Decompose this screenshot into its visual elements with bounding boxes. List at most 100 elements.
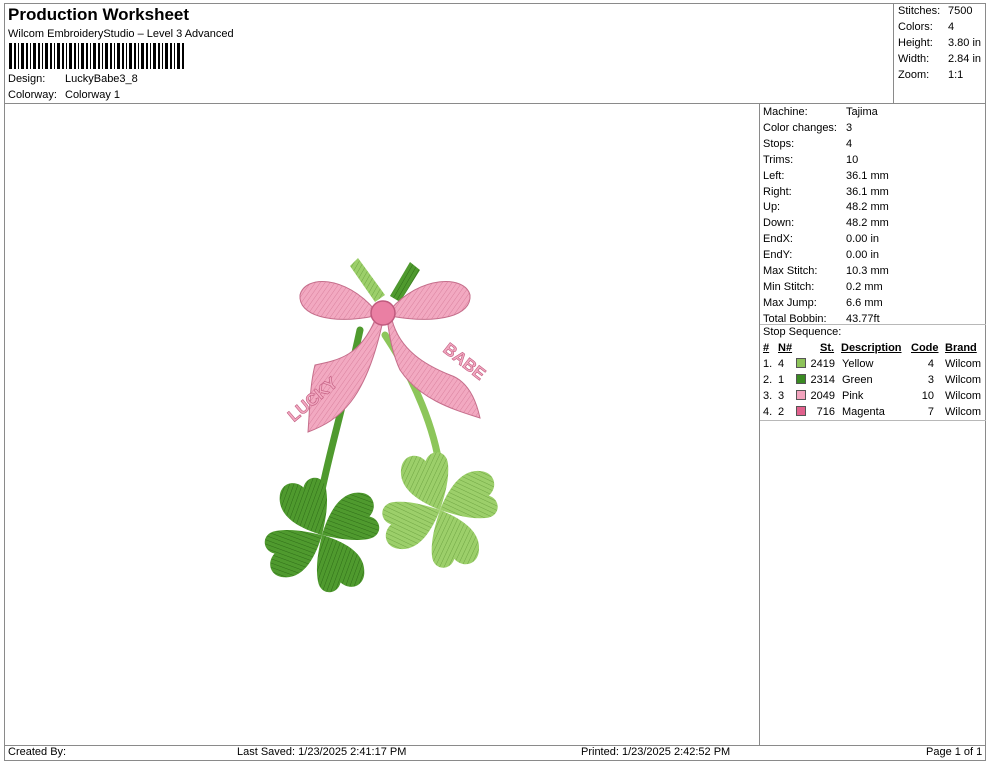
info-value: 6.6 mm [846,296,883,309]
row-stitches: 716 [816,406,835,418]
barcode-bar [33,43,36,69]
col-header-description: Description [841,342,902,354]
info-value: 48.2 mm [846,217,889,230]
info-row: Stops: 4 [763,138,983,150]
color-swatch [796,390,806,400]
info-value: 10 [846,153,859,166]
barcode-bar [45,43,48,69]
color-swatch [796,406,806,416]
info-label: Trims: [763,153,794,166]
barcode-image [9,43,184,69]
barcode-bar [150,43,151,69]
barcode-bar [122,43,124,69]
barcode-bar [78,43,79,69]
barcode-bar [114,43,115,69]
barcode-bar [126,43,127,69]
info-value: 0.00 in [846,233,880,246]
col-header-st: St. [820,342,835,354]
info-row: Right: 36.1 mm [763,186,983,198]
barcode-bar [165,43,168,69]
stat-width: Width: 2.84 in [898,53,982,65]
bow-loop-left [299,281,376,320]
barcode-bar [129,43,132,69]
row-num: 2. [763,374,773,386]
barcode-bar [174,43,175,69]
barcode-bar [54,43,55,69]
info-label: Up: [763,201,781,214]
barcode-bar [74,43,76,69]
bow-knot [370,300,396,326]
barcode-bar [110,43,112,69]
info-row: Up: 48.2 mm [763,201,983,213]
info-row: Left: 36.1 mm [763,170,983,182]
row-needle: 2 [778,406,785,418]
row-stitches: 2314 [810,374,835,386]
color-swatch [796,358,806,368]
barcode-bar [30,43,31,69]
barcode-bar [141,43,144,69]
barcode-bar [158,43,160,69]
info-row: Max Jump: 6.6 mm [763,297,983,309]
barcode-bar [98,43,100,69]
design-name: LuckyBabe3_8 [65,73,138,85]
stat-height: Height: 3.80 in [898,37,982,49]
row-stitches: 2419 [810,358,835,370]
row-num: 4. [763,406,773,418]
last-saved: Last Saved: 1/23/2025 2:41:17 PM [237,746,407,758]
info-value: Tajima [846,106,878,118]
row-description: Yellow [842,358,874,370]
info-label: Down: [763,217,795,230]
left-clover [264,477,380,593]
row-code: 7 [927,406,934,418]
embroidery-design-preview: LUCKY BABE [264,258,498,593]
info-row: Trims: 10 [763,154,983,166]
info-label: Total Bobbin: [763,312,827,325]
row-num: 3. [763,390,773,402]
col-header-n: N# [778,342,793,354]
table-bottom-rule [760,420,986,421]
row-brand: Wilcom [945,390,982,402]
info-row: EndY: 0.00 in [763,249,983,261]
info-value: 43.77ft [846,312,880,325]
barcode-bar [153,43,156,69]
info-value: 0.2 mm [846,280,883,293]
barcode-bar [105,43,108,69]
stop-sequence-title: Stop Sequence: [763,326,842,338]
info-label: Right: [763,185,792,198]
stat-stitches: Stitches: 7500 [898,5,973,17]
stat-colors: Colors: 4 [898,21,955,33]
row-stitches: 2049 [810,390,835,402]
info-label: EndY: [763,249,793,262]
barcode-bar [18,43,19,69]
info-row: Total Bobbin: 43.77ft [763,313,983,325]
info-label: Stops: [763,137,795,150]
barcode-bar [9,43,12,69]
barcode-bar [69,43,72,69]
software-subtitle: Wilcom EmbroideryStudio – Level 3 Advanc… [8,28,234,40]
created-by: Created By: [8,746,67,758]
design-label: Design: [8,73,46,85]
info-row: EndX: 0.00 in [763,233,983,245]
info-label: Left: [763,169,785,182]
col-header-code: Code [911,342,939,354]
barcode-bar [42,43,43,69]
page-number: Page 1 of 1 [926,746,983,758]
barcode-bar [177,43,180,69]
barcode-bar [50,43,52,69]
info-value: 36.1 mm [846,185,889,198]
color-swatch [796,374,806,384]
row-needle: 3 [778,390,785,402]
stop-sequence-row: 2. 1 2314 Green 3 Wilcom [760,373,986,389]
barcode-bar [57,43,60,69]
barcode-bar [62,43,64,69]
stop-sequence-row: 1. 4 2419 Yellow 4 Wilcom [760,357,986,373]
barcode-bar [182,43,184,69]
info-value: 36.1 mm [846,169,889,182]
barcode-bar [21,43,24,69]
machine-info-panel [759,103,986,746]
row-code: 4 [927,358,934,370]
col-header-brand: Brand [945,342,977,354]
info-value: 48.2 mm [846,201,889,214]
info-row: Machine: Tajima [763,106,983,118]
info-row: Min Stitch: 0.2 mm [763,281,983,293]
